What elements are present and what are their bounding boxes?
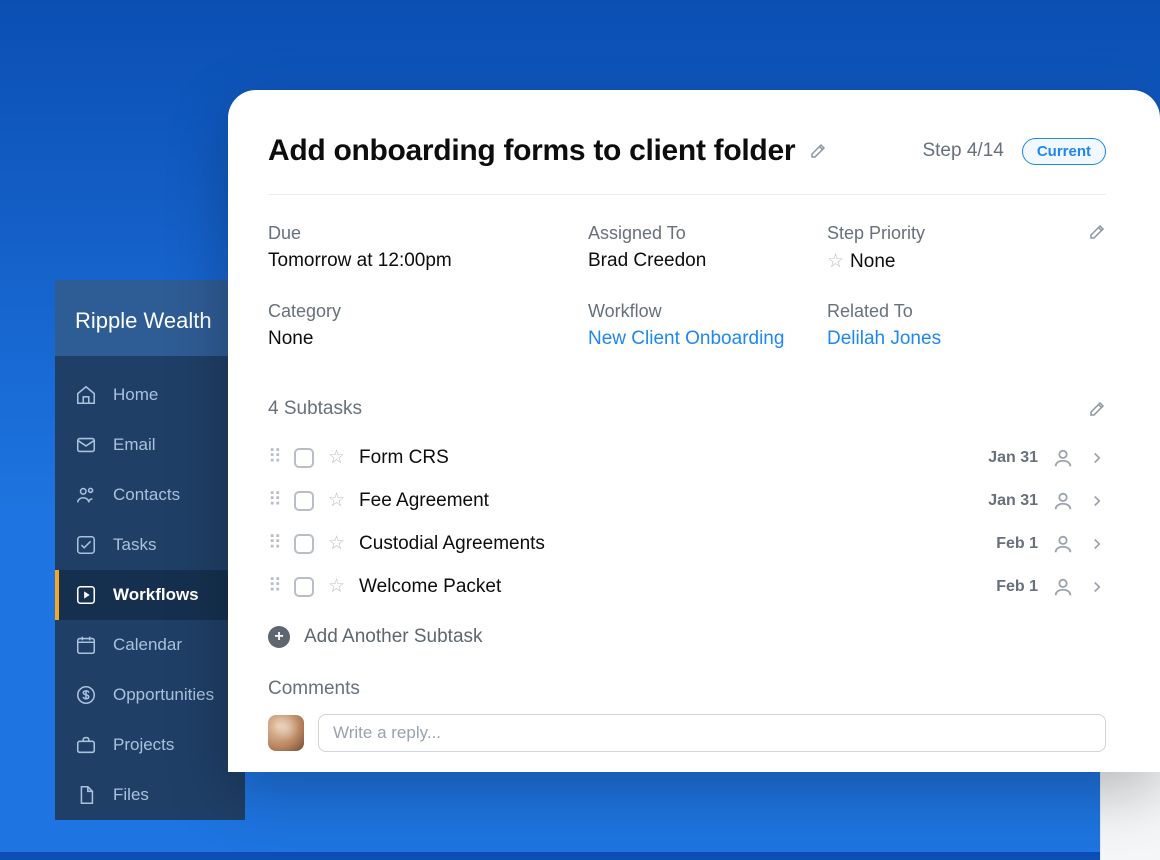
calendar-icon: [75, 634, 97, 656]
subtask-date: Feb 1: [996, 578, 1038, 596]
related-link[interactable]: Delilah Jones: [827, 328, 1066, 350]
subtask-checkbox[interactable]: [294, 448, 314, 468]
sidebar-item-tasks[interactable]: Tasks: [55, 520, 245, 570]
star-icon[interactable]: ☆: [328, 575, 345, 598]
meta-value: ☆ None: [827, 250, 1066, 273]
sidebar-item-label: Workflows: [113, 585, 199, 605]
assignee-icon[interactable]: [1052, 447, 1074, 469]
sidebar: Ripple Wealth Home Email Contacts Tasks: [55, 280, 245, 820]
subtask-date: Jan 31: [988, 492, 1038, 510]
assignee-icon[interactable]: [1052, 490, 1074, 512]
briefcase-icon: [75, 734, 97, 756]
workspace-title: Ripple Wealth: [55, 280, 245, 356]
workflow-link[interactable]: New Client Onboarding: [588, 328, 827, 350]
meta-label: Related To: [827, 301, 1066, 322]
drag-handle-icon[interactable]: ⠿: [268, 532, 280, 555]
home-icon: [75, 384, 97, 406]
dollar-icon: [75, 684, 97, 706]
meta-label: Assigned To: [588, 223, 827, 244]
star-icon[interactable]: ☆: [328, 446, 345, 469]
subtask-date: Jan 31: [988, 449, 1038, 467]
reply-input[interactable]: [318, 714, 1106, 752]
edit-subtasks-icon[interactable]: [1088, 400, 1106, 418]
star-icon: ☆: [827, 251, 844, 272]
star-icon[interactable]: ☆: [328, 489, 345, 512]
assignee-icon[interactable]: [1052, 533, 1074, 555]
task-meta: Due Tomorrow at 12:00pm Assigned To Brad…: [268, 223, 1106, 350]
checkbox-icon: [75, 534, 97, 556]
meta-label: Workflow: [588, 301, 827, 322]
sidebar-item-projects[interactable]: Projects: [55, 720, 245, 770]
status-badge: Current: [1022, 138, 1106, 165]
drag-handle-icon[interactable]: ⠿: [268, 489, 280, 512]
sidebar-item-label: Email: [113, 435, 156, 455]
meta-label: Category: [268, 301, 588, 322]
sidebar-item-home[interactable]: Home: [55, 370, 245, 420]
step-indicator: Step 4/14: [922, 140, 1003, 162]
drag-handle-icon[interactable]: ⠿: [268, 446, 280, 469]
chevron-right-icon[interactable]: [1088, 449, 1106, 467]
add-subtask-button[interactable]: + Add Another Subtask: [268, 608, 1106, 666]
sidebar-item-label: Opportunities: [113, 685, 214, 705]
meta-label: Step Priority: [827, 223, 1066, 244]
priority-value-text: None: [850, 251, 895, 272]
subtask-row: ⠿ ☆ Custodial Agreements Feb 1: [268, 522, 1106, 565]
sidebar-item-files[interactable]: Files: [55, 770, 245, 820]
subtasks-count: 4 Subtasks: [268, 398, 362, 420]
sidebar-item-label: Tasks: [113, 535, 156, 555]
task-title: Add onboarding forms to client folder: [268, 134, 795, 168]
subtask-title[interactable]: Custodial Agreements: [359, 533, 982, 555]
subtask-title[interactable]: Welcome Packet: [359, 576, 982, 598]
meta-due[interactable]: Due Tomorrow at 12:00pm: [268, 223, 588, 273]
star-icon[interactable]: ☆: [328, 532, 345, 555]
subtask-row: ⠿ ☆ Fee Agreement Jan 31: [268, 479, 1106, 522]
edit-title-icon[interactable]: [809, 142, 827, 160]
subtask-checkbox[interactable]: [294, 534, 314, 554]
meta-value: Brad Creedon: [588, 250, 827, 272]
sidebar-item-email[interactable]: Email: [55, 420, 245, 470]
plus-icon: +: [268, 626, 290, 648]
meta-label: Due: [268, 223, 588, 244]
edit-meta-icon[interactable]: [1088, 223, 1106, 241]
meta-workflow[interactable]: Workflow New Client Onboarding: [588, 301, 827, 350]
chevron-right-icon[interactable]: [1088, 578, 1106, 596]
meta-category[interactable]: Category None: [268, 301, 588, 350]
sidebar-item-opportunities[interactable]: Opportunities: [55, 670, 245, 720]
sidebar-item-workflows[interactable]: Workflows: [55, 570, 245, 620]
subtask-checkbox[interactable]: [294, 577, 314, 597]
contacts-icon: [75, 484, 97, 506]
assignee-icon[interactable]: [1052, 576, 1074, 598]
divider: [268, 194, 1106, 195]
sidebar-item-label: Files: [113, 785, 149, 805]
meta-priority[interactable]: Step Priority ☆ None: [827, 223, 1066, 273]
sidebar-item-label: Home: [113, 385, 158, 405]
add-subtask-label: Add Another Subtask: [304, 626, 483, 648]
file-icon: [75, 784, 97, 806]
avatar: [268, 715, 304, 751]
subtask-date: Feb 1: [996, 535, 1038, 553]
sidebar-nav: Home Email Contacts Tasks Workflows: [55, 356, 245, 820]
meta-related[interactable]: Related To Delilah Jones: [827, 301, 1066, 350]
sidebar-item-label: Calendar: [113, 635, 182, 655]
meta-value: Tomorrow at 12:00pm: [268, 250, 588, 272]
subtask-checkbox[interactable]: [294, 491, 314, 511]
comments-heading: Comments: [268, 678, 1106, 700]
sidebar-item-contacts[interactable]: Contacts: [55, 470, 245, 520]
chevron-right-icon[interactable]: [1088, 492, 1106, 510]
sidebar-item-label: Projects: [113, 735, 174, 755]
subtask-title[interactable]: Form CRS: [359, 447, 974, 469]
workflow-icon: [75, 584, 97, 606]
subtask-title[interactable]: Fee Agreement: [359, 490, 974, 512]
drag-handle-icon[interactable]: ⠿: [268, 575, 280, 598]
subtask-row: ⠿ ☆ Form CRS Jan 31: [268, 436, 1106, 479]
meta-assigned[interactable]: Assigned To Brad Creedon: [588, 223, 827, 273]
sidebar-item-calendar[interactable]: Calendar: [55, 620, 245, 670]
meta-value: None: [268, 328, 588, 350]
task-detail-panel: Add onboarding forms to client folder St…: [228, 90, 1160, 772]
envelope-icon: [75, 434, 97, 456]
sidebar-item-label: Contacts: [113, 485, 180, 505]
subtask-row: ⠿ ☆ Welcome Packet Feb 1: [268, 565, 1106, 608]
chevron-right-icon[interactable]: [1088, 535, 1106, 553]
